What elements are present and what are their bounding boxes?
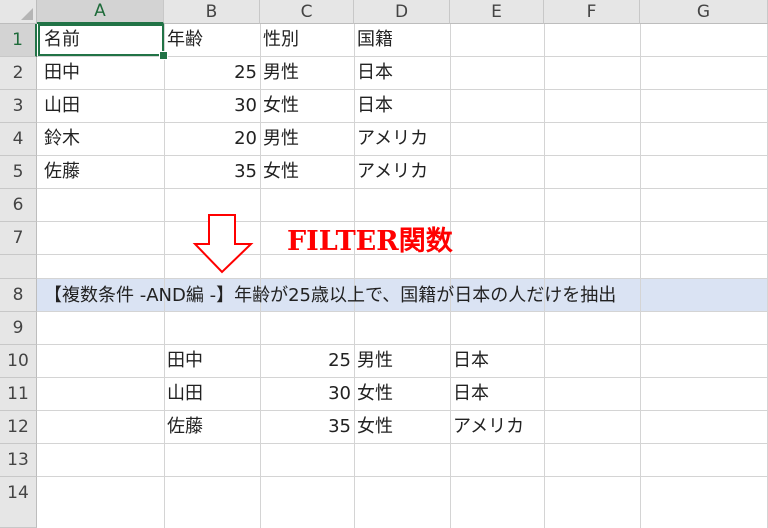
cell-c5[interactable]: 女性 (263, 156, 299, 188)
cell-b11[interactable]: 山田 (167, 378, 203, 410)
row-header-2[interactable]: 2 (0, 57, 37, 90)
cell-b3[interactable]: 30 (164, 90, 257, 122)
condition-description: 【複数条件 -AND編 -】年齢が25歳以上で、国籍が日本の人だけを抽出 (44, 285, 617, 306)
spreadsheet-grid: A B C D E F G 1 2 3 4 5 6 7 8 9 10 11 12… (0, 0, 768, 528)
cell-b4[interactable]: 20 (164, 123, 257, 155)
cell-c2[interactable]: 男性 (263, 57, 299, 89)
cell-b1[interactable]: 年齢 (167, 24, 203, 56)
filter-function-title: FILTER関数 (287, 226, 453, 257)
cell-d4[interactable]: アメリカ (357, 123, 428, 155)
cell-d10[interactable]: 男性 (357, 345, 393, 377)
cell-a2[interactable]: 田中 (44, 57, 80, 89)
row-header-6[interactable]: 6 (0, 189, 37, 222)
column-header-a[interactable]: A (37, 0, 164, 24)
cell-a3[interactable]: 山田 (44, 90, 80, 122)
row-header-13[interactable]: 13 (0, 444, 37, 477)
cell-e11[interactable]: 日本 (453, 378, 489, 410)
cell-d2[interactable]: 日本 (357, 57, 393, 89)
active-cell-selection[interactable] (38, 24, 164, 56)
row-header-9[interactable]: 9 (0, 312, 37, 345)
row-header-8[interactable]: 8 (0, 279, 37, 312)
cell-d11[interactable]: 女性 (357, 378, 393, 410)
row-header-7b (0, 255, 37, 279)
down-arrow-icon (192, 214, 254, 274)
cell-b5[interactable]: 35 (164, 156, 257, 188)
cell-c12[interactable]: 35 (260, 411, 351, 443)
cell-b2[interactable]: 25 (164, 57, 257, 89)
row-header-3[interactable]: 3 (0, 90, 37, 123)
row-header-1[interactable]: 1 (0, 24, 37, 57)
row-header-7[interactable]: 7 (0, 222, 37, 255)
row-header-10[interactable]: 10 (0, 345, 37, 378)
column-header-c[interactable]: C (260, 0, 354, 24)
cell-e12[interactable]: アメリカ (453, 411, 524, 443)
row-header-14[interactable]: 14 (0, 477, 37, 528)
column-header-e[interactable]: E (450, 0, 544, 24)
cell-c4[interactable]: 男性 (263, 123, 299, 155)
column-header-f[interactable]: F (544, 0, 640, 24)
cell-a4[interactable]: 鈴木 (44, 123, 80, 155)
column-header-b[interactable]: B (164, 0, 260, 24)
cell-b10[interactable]: 田中 (167, 345, 203, 377)
row-header-12[interactable]: 12 (0, 411, 37, 444)
select-all-corner[interactable] (0, 0, 37, 24)
cell-c3[interactable]: 女性 (263, 90, 299, 122)
cell-a5[interactable]: 佐藤 (44, 156, 80, 188)
cell-d12[interactable]: 女性 (357, 411, 393, 443)
cell-c11[interactable]: 30 (260, 378, 351, 410)
column-header-g[interactable]: G (640, 0, 768, 24)
fill-handle[interactable] (159, 51, 168, 60)
cell-d5[interactable]: アメリカ (357, 156, 428, 188)
row-header-5[interactable]: 5 (0, 156, 37, 189)
column-header-d[interactable]: D (354, 0, 450, 24)
cell-c10[interactable]: 25 (260, 345, 351, 377)
cell-b12[interactable]: 佐藤 (167, 411, 203, 443)
row-header-4[interactable]: 4 (0, 123, 37, 156)
cell-c1[interactable]: 性別 (263, 24, 299, 56)
cell-e10[interactable]: 日本 (453, 345, 489, 377)
cell-d1[interactable]: 国籍 (357, 24, 393, 56)
cell-d3[interactable]: 日本 (357, 90, 393, 122)
row-header-11[interactable]: 11 (0, 378, 37, 411)
